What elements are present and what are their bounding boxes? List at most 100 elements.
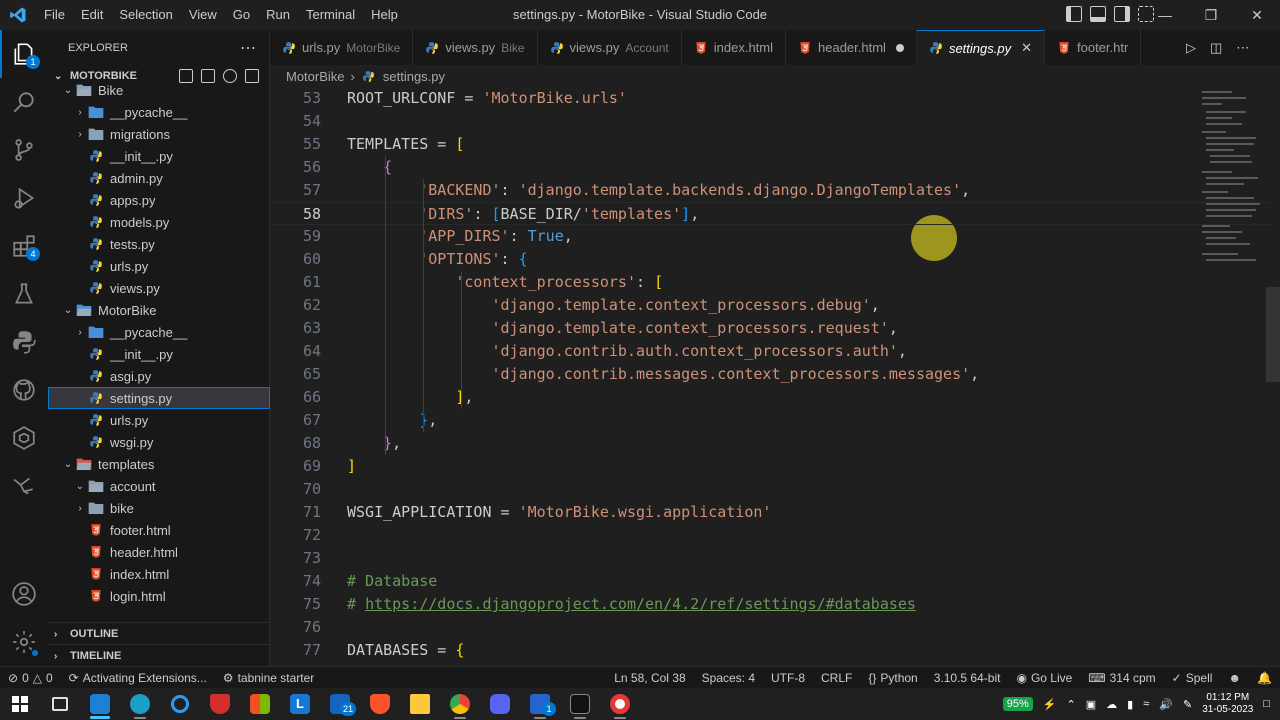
code-line[interactable]: 76 xyxy=(270,616,1270,639)
code-line[interactable]: 77 DATABASES = { xyxy=(270,639,1270,662)
code-line[interactable]: 65 'django.contrib.messages.context_proc… xyxy=(270,363,1270,386)
vscode-taskbar-icon[interactable] xyxy=(80,688,120,720)
code-line[interactable]: 55 TEMPLATES = [ xyxy=(270,133,1270,156)
code-line[interactable]: 68 }, xyxy=(270,432,1270,455)
breadcrumb-folder[interactable]: MotorBike xyxy=(286,69,345,84)
timeline-section[interactable]: › TIMELINE xyxy=(48,644,270,666)
accounts-icon[interactable] xyxy=(0,570,48,618)
chrome-taskbar-icon[interactable] xyxy=(440,688,480,720)
explorer-more-icon[interactable]: ⋯ xyxy=(240,38,257,58)
folder-item[interactable]: ⌄ MotorBike xyxy=(48,299,270,321)
code-line[interactable]: 63 'django.template.context_processors.r… xyxy=(270,317,1270,340)
editor-tab[interactable]: views.py Bike xyxy=(413,30,538,65)
explorer-icon[interactable]: 1 xyxy=(0,30,48,78)
code-line[interactable]: 62 'django.template.context_processors.d… xyxy=(270,294,1270,317)
maximize-button[interactable]: ❐ xyxy=(1188,0,1234,30)
github-icon[interactable] xyxy=(0,366,48,414)
cursor-position[interactable]: Ln 58, Col 38 xyxy=(606,671,693,685)
testing-icon[interactable] xyxy=(0,270,48,318)
camera-icon[interactable]: ▣ xyxy=(1086,698,1096,711)
recorder-taskbar-icon[interactable] xyxy=(600,688,640,720)
search-icon[interactable] xyxy=(0,78,48,126)
folder-item[interactable]: › bike xyxy=(48,497,270,519)
code-line[interactable]: 53 ROOT_URLCONF = 'MotorBike.urls' xyxy=(270,87,1270,110)
code-line[interactable]: 64 'django.contrib.auth.context_processo… xyxy=(270,340,1270,363)
more-actions-icon[interactable]: ⋯ xyxy=(1236,40,1249,56)
toggle-secondary-sidebar-icon[interactable] xyxy=(1114,6,1130,22)
minimize-button[interactable]: — xyxy=(1142,0,1188,30)
unsaved-dot-icon[interactable] xyxy=(895,43,904,52)
show-hidden-icons-icon[interactable]: ⌃ xyxy=(1067,698,1076,711)
editor-tab[interactable]: urls.py MotorBike xyxy=(270,30,414,65)
code-line[interactable]: 70 xyxy=(270,478,1270,501)
notifications-icon[interactable]: 🔔 xyxy=(1249,671,1280,685)
file-item[interactable]: settings.py xyxy=(48,387,270,409)
code-line[interactable]: 54 xyxy=(270,110,1270,133)
edge-taskbar-icon[interactable] xyxy=(120,688,160,720)
tabnine-status[interactable]: ⚙ tabnine starter xyxy=(215,671,322,685)
editor-tab[interactable]: settings.py ✕ xyxy=(916,30,1045,65)
file-item[interactable]: asgi.py xyxy=(48,365,270,387)
cortana-taskbar-icon[interactable] xyxy=(160,688,200,720)
file-item[interactable]: __init__.py xyxy=(48,343,270,365)
typing-speed[interactable]: ⌨ 314 cpm xyxy=(1080,671,1163,685)
code-line[interactable]: 72 xyxy=(270,524,1270,547)
outline-section[interactable]: › OUTLINE xyxy=(48,622,270,644)
clock[interactable]: 01:12 PM 31-05-2023 xyxy=(1202,692,1253,716)
split-editor-icon[interactable]: ◫ xyxy=(1210,40,1222,56)
file-item[interactable]: models.py xyxy=(48,211,270,233)
notification-center-icon[interactable]: □ xyxy=(1263,698,1270,710)
menu-edit[interactable]: Edit xyxy=(73,0,111,30)
language-mode[interactable]: {} Python xyxy=(860,671,925,685)
file-item[interactable]: index.html xyxy=(48,563,270,585)
start-icon[interactable] xyxy=(0,688,40,720)
close-window-button[interactable]: ✕ xyxy=(1234,0,1280,30)
folder-item[interactable]: ⌄ account xyxy=(48,475,270,497)
indentation[interactable]: Spaces: 4 xyxy=(694,671,763,685)
terminal-taskbar-icon[interactable] xyxy=(560,688,600,720)
file-item[interactable]: header.html xyxy=(48,541,270,563)
volume-icon[interactable]: 🔊 xyxy=(1159,698,1173,711)
problems-indicator[interactable]: ⊘ 0 △ 0 xyxy=(0,671,61,685)
file-item[interactable]: db.sqlite3 xyxy=(48,607,270,610)
close-tab-icon[interactable]: ✕ xyxy=(1021,40,1032,56)
mail-taskbar-icon[interactable]: 21 xyxy=(320,688,360,720)
code-line[interactable]: 57 'BACKEND': 'django.template.backends.… xyxy=(270,179,1270,202)
menu-help[interactable]: Help xyxy=(363,0,406,30)
extensions-icon[interactable]: 4 xyxy=(0,222,48,270)
brave-taskbar-icon[interactable] xyxy=(360,688,400,720)
editor-tab[interactable]: header.html xyxy=(786,30,917,65)
code-line[interactable]: 75 # https://docs.djangoproject.com/en/4.… xyxy=(270,593,1270,616)
code-line[interactable]: 74 # Database xyxy=(270,570,1270,593)
code-line[interactable]: 59 'APP_DIRS': True, xyxy=(270,225,1270,248)
code-line[interactable]: 66 ], xyxy=(270,386,1270,409)
code-line[interactable]: 56 { xyxy=(270,156,1270,179)
file-item[interactable]: footer.html xyxy=(48,519,270,541)
file-item[interactable]: __init__.py xyxy=(48,145,270,167)
python-icon[interactable] xyxy=(0,318,48,366)
go-live[interactable]: ◉ Go Live xyxy=(1008,671,1080,685)
menu-selection[interactable]: Selection xyxy=(111,0,180,30)
pen-icon[interactable]: ✎ xyxy=(1183,698,1192,711)
todo-taskbar-icon[interactable]: 1 xyxy=(520,688,560,720)
file-item[interactable]: urls.py xyxy=(48,409,270,431)
power-icon[interactable]: ⚡ xyxy=(1043,698,1057,711)
code-line[interactable]: 69] xyxy=(270,455,1270,478)
wifi-icon[interactable]: ≈ xyxy=(1143,698,1149,710)
file-item[interactable]: login.html xyxy=(48,585,270,607)
file-item[interactable]: admin.py xyxy=(48,167,270,189)
launcher-taskbar-icon[interactable]: L xyxy=(280,688,320,720)
accounts-status-icon[interactable]: ☻ xyxy=(1220,671,1249,685)
manage-gear-icon[interactable] xyxy=(0,618,48,666)
menu-view[interactable]: View xyxy=(181,0,225,30)
python-interpreter[interactable]: 3.10.5 64-bit xyxy=(926,671,1009,685)
battery-indicator[interactable]: 95% xyxy=(1002,697,1033,711)
editor-tab[interactable]: views.py Account xyxy=(538,30,682,65)
activation-status[interactable]: ⟳ Activating Extensions... xyxy=(61,671,215,685)
file-item[interactable]: apps.py xyxy=(48,189,270,211)
antivirus-taskbar-icon[interactable] xyxy=(200,688,240,720)
breadcrumb-file[interactable]: settings.py xyxy=(383,69,445,84)
remote-explorer-icon[interactable] xyxy=(0,414,48,462)
file-item[interactable]: urls.py xyxy=(48,255,270,277)
toggle-panel-icon[interactable] xyxy=(1090,6,1106,22)
